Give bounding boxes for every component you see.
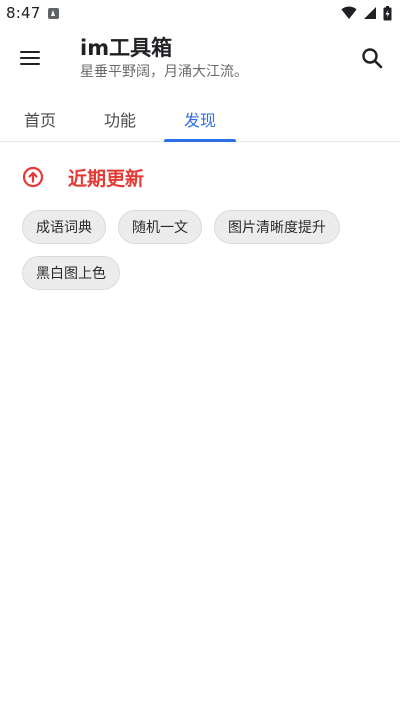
section-title: 近期更新 xyxy=(68,167,145,190)
chip-image-enhance[interactable]: 图片清晰度提升 xyxy=(214,210,340,244)
tab-bar: 首页 功能 发现 xyxy=(0,96,400,142)
app-bar: im工具箱 星垂平野阔，月涌大江流。 xyxy=(0,26,400,90)
tab-home[interactable]: 首页 xyxy=(0,96,80,142)
chip-idiom-dictionary[interactable]: 成语词典 xyxy=(22,210,106,244)
search-icon xyxy=(362,48,383,69)
status-bar: 8:47 xyxy=(0,0,400,26)
signal-icon xyxy=(364,7,376,19)
menu-button[interactable] xyxy=(18,46,42,70)
chip-random-article[interactable]: 随机一文 xyxy=(118,210,202,244)
notification-icon xyxy=(48,7,60,19)
active-tab-indicator xyxy=(164,139,236,142)
app-subtitle: 星垂平野阔，月涌大江流。 xyxy=(80,64,248,80)
app-title: im工具箱 xyxy=(80,36,173,60)
search-button[interactable] xyxy=(360,46,384,70)
menu-icon-line xyxy=(20,57,40,59)
wifi-icon xyxy=(341,6,357,19)
chip-colorize-bw[interactable]: 黑白图上色 xyxy=(22,256,120,290)
status-indicators xyxy=(341,5,392,21)
tab-discover[interactable]: 发现 xyxy=(164,96,236,142)
battery-icon xyxy=(383,5,392,20)
menu-icon-line xyxy=(20,51,40,53)
menu-icon-line xyxy=(20,63,40,65)
title-block: im工具箱 星垂平野阔，月涌大江流。 xyxy=(80,34,248,81)
status-time: 8:47 xyxy=(6,4,41,22)
tab-features[interactable]: 功能 xyxy=(80,96,160,142)
chip-group: 成语词典 随机一文 图片清晰度提升 黑白图上色 xyxy=(22,210,382,290)
section-header: 近期更新 xyxy=(22,162,144,192)
arrow-up-circle-icon xyxy=(22,166,44,188)
